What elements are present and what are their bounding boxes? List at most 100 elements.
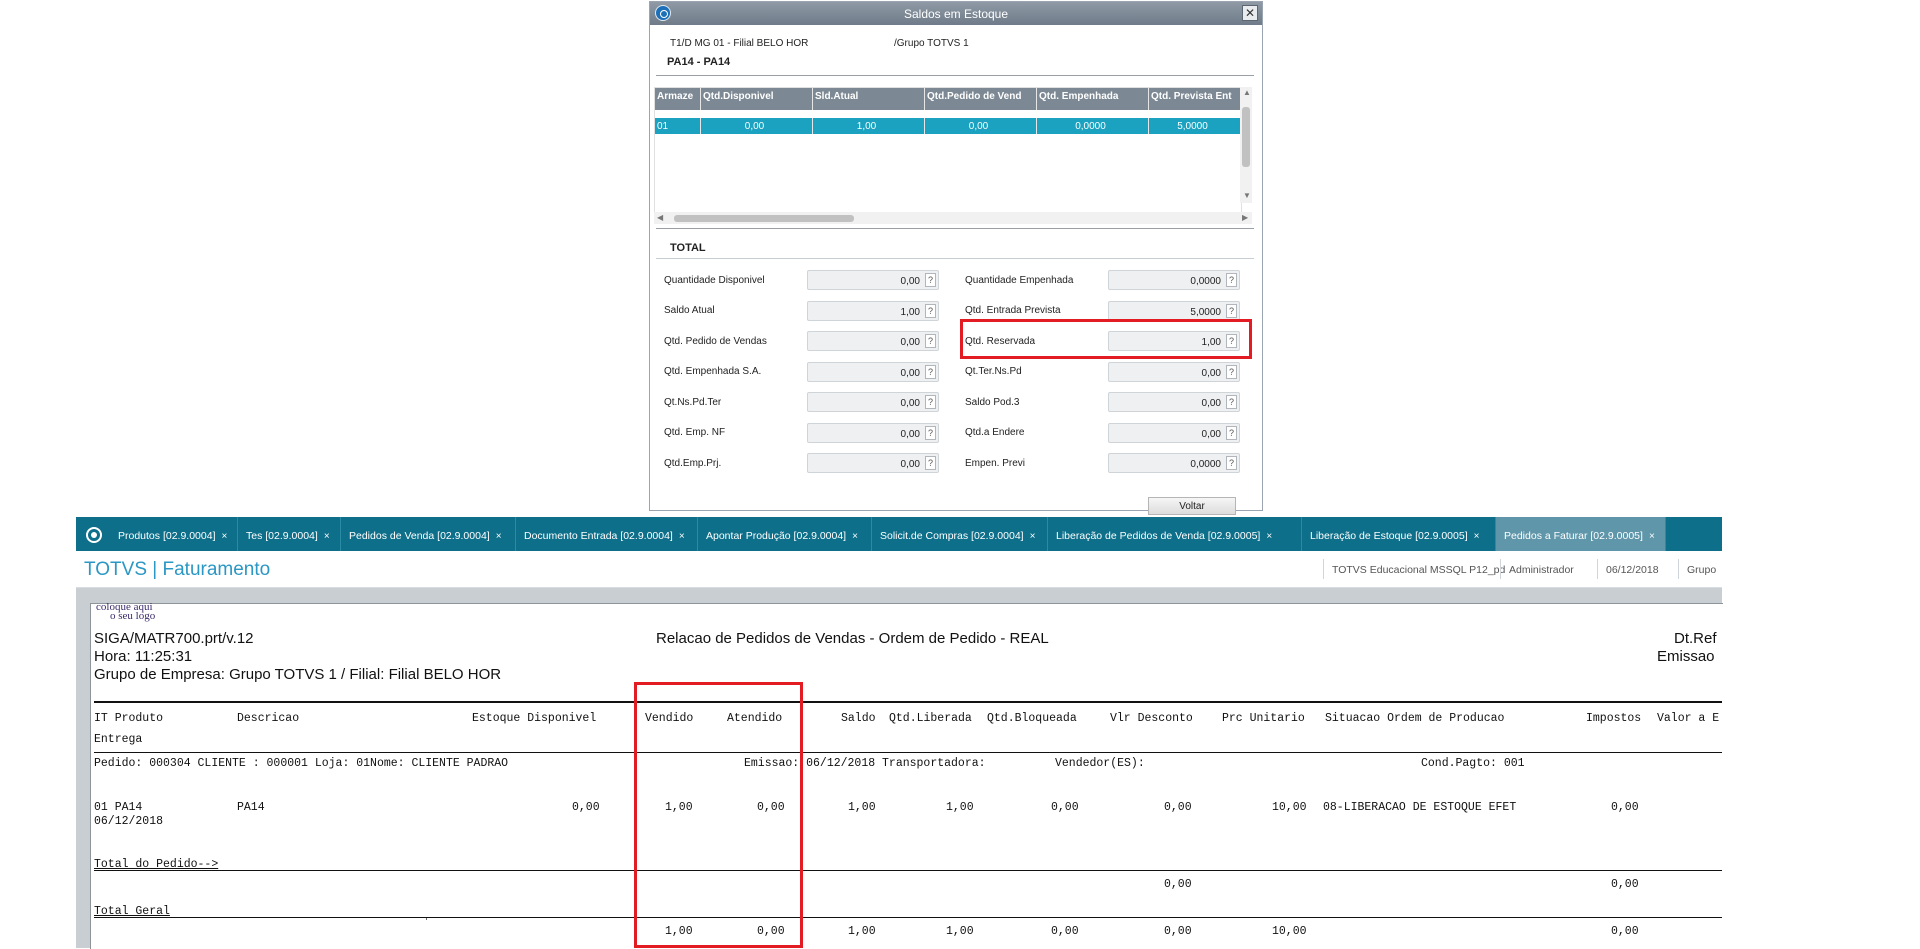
tab-apontar-producao[interactable]: Apontar Produção [02.9.0004] × — [698, 517, 872, 551]
help-icon[interactable]: ? — [925, 273, 936, 287]
tab-documento-entrada[interactable]: Documento Entrada [02.9.0004] × — [516, 517, 698, 551]
tab-liberacao-de-estoque[interactable]: Liberação de Estoque [02.9.0005] × — [1302, 517, 1496, 551]
date-label[interactable]: 06/12/2018 — [1606, 564, 1659, 576]
help-icon[interactable]: ? — [925, 395, 936, 409]
tab-pedidos-de-venda[interactable]: Pedidos de Venda [02.9.0004] × — [341, 517, 516, 551]
report-rule — [94, 870, 1722, 871]
col-qtd-pedido-venda[interactable]: Qtd.Pedido de Vend — [925, 88, 1037, 110]
col-qtd-empenhada[interactable]: Qtd. Empenhada — [1037, 88, 1149, 110]
field-value: 0,00 — [1201, 398, 1221, 409]
col-valor: Valor a E — [1657, 712, 1720, 725]
report-emissao: Emissao — [1657, 648, 1715, 665]
environment-label[interactable]: TOTVS Educacional MSSQL P12_pd — [1332, 564, 1505, 576]
close-icon[interactable]: × — [679, 531, 685, 542]
help-icon[interactable]: ? — [1226, 304, 1237, 318]
totvs-logo-icon[interactable] — [86, 527, 102, 543]
total-geral-qtd-liberada: 1,00 — [946, 925, 974, 938]
order-vendedor: Vendedor(ES): — [1055, 757, 1145, 770]
grid-vertical-scrollbar[interactable]: ▲ ▼ — [1240, 87, 1252, 203]
field-value: 1,00 — [900, 307, 920, 318]
help-icon[interactable]: ? — [1226, 273, 1237, 287]
close-icon[interactable]: × — [1030, 531, 1036, 542]
cell-sld-atual: 1,00 — [813, 118, 925, 134]
field-value: 0,00 — [1201, 429, 1221, 440]
help-icon[interactable]: ? — [925, 365, 936, 379]
help-icon[interactable]: ? — [925, 456, 936, 470]
field-label-qtd-emp-prj: Qtd.Emp.Prj. — [664, 458, 722, 469]
help-icon[interactable]: ? — [1226, 365, 1237, 379]
field-label-qtd-a-endere: Qtd.a Endere — [965, 427, 1025, 438]
field-qt-ns-pd-ter[interactable]: 0,00? — [807, 392, 939, 412]
col-armazem[interactable]: Armaze — [655, 88, 701, 110]
field-label-qtd-empenhada-sa: Qtd. Empenhada S.A. — [664, 366, 762, 377]
col-qtd-disponivel[interactable]: Qtd.Disponivel — [701, 88, 813, 110]
close-icon[interactable]: × — [222, 531, 228, 542]
tab-solicit-de-compras[interactable]: Solicit.de Compras [02.9.0004] × — [872, 517, 1048, 551]
report-rule — [94, 917, 1722, 918]
separator — [1500, 559, 1501, 579]
field-empen-previ[interactable]: 0,0000? — [1108, 453, 1240, 473]
voltar-button[interactable]: Voltar — [1148, 497, 1236, 515]
help-icon[interactable]: ? — [1226, 395, 1237, 409]
cell-qtd-prevista-ent: 5,0000 — [1149, 118, 1241, 134]
scroll-left-icon[interactable]: ◀ — [657, 213, 663, 222]
total-pedido-vlr-desconto: 0,00 — [1164, 878, 1192, 891]
close-icon[interactable]: × — [496, 531, 502, 542]
item-situacao: 08-LIBERACAO DE ESTOQUE EFET — [1323, 801, 1517, 814]
scroll-up-icon[interactable]: ▲ — [1243, 88, 1251, 97]
field-qtd-emp-prj[interactable]: 0,00? — [807, 453, 939, 473]
field-qtd-empenhada[interactable]: 0,0000? — [1108, 270, 1240, 290]
field-value: 5,0000 — [1190, 307, 1221, 318]
item-estoque: 0,00 — [572, 801, 600, 814]
user-label[interactable]: Administrador — [1509, 564, 1574, 576]
col-descricao: Descricao — [237, 712, 300, 725]
field-value: 0,00 — [900, 276, 920, 287]
field-value: 0,00 — [900, 337, 920, 348]
group-label[interactable]: Grupo — [1687, 564, 1716, 576]
field-qtd-a-endere[interactable]: 0,00? — [1108, 423, 1240, 443]
scroll-right-icon[interactable]: ▶ — [1242, 213, 1248, 222]
col-sld-atual[interactable]: Sld.Atual — [813, 88, 925, 110]
tab-pedidos-a-faturar[interactable]: Pedidos a Faturar [02.9.0005] × — [1496, 517, 1666, 551]
close-icon[interactable]: × — [852, 531, 858, 542]
field-qtd-emp-nf[interactable]: 0,00? — [807, 423, 939, 443]
help-icon[interactable]: ? — [1226, 426, 1237, 440]
tab-label: Apontar Produção [02.9.0004] — [706, 530, 847, 542]
close-icon[interactable]: × — [324, 531, 330, 542]
field-value: 0,00 — [1201, 368, 1221, 379]
field-saldo-pod3[interactable]: 0,00? — [1108, 392, 1240, 412]
help-icon[interactable]: ? — [1226, 456, 1237, 470]
help-icon[interactable]: ? — [925, 426, 936, 440]
close-icon[interactable]: × — [1649, 531, 1655, 542]
field-qtd-disponivel[interactable]: 0,00? — [807, 270, 939, 290]
close-icon[interactable]: × — [1474, 531, 1480, 542]
grid-horizontal-scrollbar[interactable]: ◀ ▶ — [654, 212, 1252, 224]
highlight-qtd-reservada — [960, 319, 1252, 359]
item-descricao: PA14 — [237, 801, 265, 814]
scroll-thumb-horizontal[interactable] — [674, 215, 854, 222]
field-qt-ter-ns-pd[interactable]: 0,00? — [1108, 362, 1240, 382]
col-qtd-prevista-ent[interactable]: Qtd. Prevista Ent — [1149, 88, 1241, 110]
total-geral-qtd-bloqueada: 0,00 — [1051, 925, 1079, 938]
help-icon[interactable]: ? — [925, 304, 936, 318]
field-saldo-atual[interactable]: 1,00? — [807, 301, 939, 321]
grid-row-selected[interactable]: 01 0,00 1,00 0,00 0,0000 5,0000 — [655, 118, 1241, 134]
field-qtd-empenhada-sa[interactable]: 0,00? — [807, 362, 939, 382]
scroll-down-icon[interactable]: ▼ — [1243, 191, 1251, 200]
tab-liberacao-pedidos-venda[interactable]: Liberação de Pedidos de Venda [02.9.0005… — [1048, 517, 1302, 551]
scroll-thumb[interactable] — [1242, 107, 1250, 167]
field-label-saldo-atual: Saldo Atual — [664, 305, 715, 316]
total-geral-vlr-desconto: 0,00 — [1164, 925, 1192, 938]
help-icon[interactable]: ? — [925, 334, 936, 348]
field-label-saldo-pod3: Saldo Pod.3 — [965, 397, 1020, 408]
close-icon[interactable]: ✕ — [1242, 5, 1258, 21]
field-qtd-entrada-prevista[interactable]: 5,0000? — [1108, 301, 1240, 321]
field-value: 0,00 — [900, 368, 920, 379]
field-qtd-pedido-vendas[interactable]: 0,00? — [807, 331, 939, 351]
close-icon[interactable]: × — [1266, 531, 1272, 542]
tab-tes[interactable]: Tes [02.9.0004] × — [238, 517, 341, 551]
report-company-group: Grupo de Empresa: Grupo TOTVS 1 / Filial… — [94, 666, 502, 683]
tab-produtos[interactable]: Produtos [02.9.0004] × — [110, 517, 238, 551]
report-page[interactable] — [90, 603, 1723, 949]
app-header: TOTVS | Faturamento TOTVS Educacional MS… — [76, 551, 1722, 588]
